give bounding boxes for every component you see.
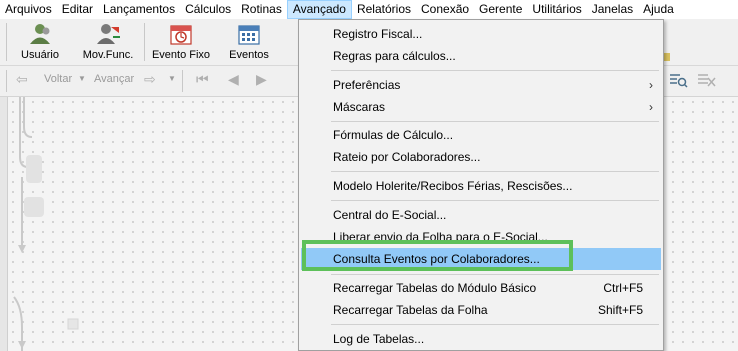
menu-item-liberar-envio[interactable]: Liberar envio da Folha para o E-Social..… bbox=[301, 226, 661, 248]
chevron-right-icon: › bbox=[649, 100, 653, 114]
menu-item-label: Registro Fiscal... bbox=[333, 27, 423, 41]
menu-item-label: Log de Tabelas... bbox=[333, 332, 425, 346]
menu-gerente[interactable]: Gerente bbox=[474, 0, 527, 19]
menu-conexao[interactable]: Conexão bbox=[416, 0, 474, 19]
chevron-down-icon[interactable]: ▼ bbox=[78, 74, 86, 83]
menu-item-recarregar-folha[interactable]: Recarregar Tabelas da Folha Shift+F5 bbox=[301, 299, 661, 321]
menu-item-label: Recarregar Tabelas da Folha bbox=[333, 303, 488, 317]
toolbar-separator bbox=[6, 23, 7, 61]
usuario-label: Usuário bbox=[21, 49, 59, 61]
chevron-down-icon[interactable]: ▼ bbox=[168, 74, 176, 83]
menu-separator bbox=[331, 70, 659, 71]
chevron-right-icon: › bbox=[649, 78, 653, 92]
menu-item-label: Preferências bbox=[333, 78, 401, 92]
menu-item-log-tabelas[interactable]: Log de Tabelas... bbox=[301, 328, 661, 350]
toolbar-separator bbox=[6, 70, 7, 92]
shortcut-label: Shift+F5 bbox=[597, 303, 643, 317]
search-list-icon[interactable] bbox=[670, 72, 688, 91]
menu-arquivos[interactable]: Arquivos bbox=[0, 0, 57, 19]
menu-item-central-esocial[interactable]: Central do E-Social... bbox=[301, 204, 661, 226]
users-icon bbox=[27, 23, 53, 45]
menu-item-label: Fórmulas de Cálculo... bbox=[333, 128, 454, 142]
menu-rotinas[interactable]: Rotinas bbox=[236, 0, 287, 19]
shortcut-label: Ctrl+F5 bbox=[603, 281, 643, 295]
evento-fixo-button[interactable]: Evento Fixo bbox=[150, 21, 212, 63]
clear-filter-icon[interactable] bbox=[698, 72, 716, 91]
next-record-icon[interactable]: ▶ bbox=[256, 71, 267, 88]
menu-item-registro-fiscal[interactable]: Registro Fiscal... bbox=[301, 23, 661, 45]
menu-lancamentos[interactable]: Lançamentos bbox=[98, 0, 180, 19]
menu-bar: Arquivos Editar Lançamentos Cálculos Rot… bbox=[0, 0, 738, 19]
menu-separator bbox=[331, 171, 659, 172]
toolbar-separator bbox=[144, 23, 145, 61]
forward-arrow-icon: ⇨ bbox=[144, 71, 156, 87]
avancar-button[interactable]: Avançar bbox=[94, 73, 134, 85]
menu-item-label: Recarregar Tabelas do Módulo Básico bbox=[333, 281, 537, 295]
menu-item-mascaras[interactable]: Máscaras › bbox=[301, 96, 661, 118]
employee-movement-icon bbox=[95, 23, 121, 45]
menu-item-formulas-calculo[interactable]: Fórmulas de Cálculo... bbox=[301, 124, 661, 146]
menu-item-modelo-holerite[interactable]: Modelo Holerite/Recibos Férias, Rescisõe… bbox=[301, 175, 661, 197]
menu-ajuda[interactable]: Ajuda bbox=[638, 0, 679, 19]
menu-item-label: Rateio por Colaboradores... bbox=[333, 150, 481, 164]
evento-fixo-label: Evento Fixo bbox=[151, 49, 211, 61]
toolbar-separator bbox=[182, 70, 183, 92]
previous-record-icon[interactable]: ◀ bbox=[228, 71, 239, 88]
first-record-icon[interactable]: ⏮ bbox=[196, 71, 209, 88]
left-strip bbox=[0, 97, 7, 351]
flow-diagram-background bbox=[13, 97, 79, 351]
menu-item-label: Consulta Eventos por Colaboradores... bbox=[333, 252, 540, 266]
menu-calculos[interactable]: Cálculos bbox=[180, 0, 236, 19]
menu-separator bbox=[331, 200, 659, 201]
usuario-button[interactable]: Usuário bbox=[14, 21, 66, 63]
menu-item-label: Central do E-Social... bbox=[333, 208, 447, 222]
avancado-dropdown-menu: Registro Fiscal... Regras para cálculos.… bbox=[298, 19, 664, 351]
menu-janelas[interactable]: Janelas bbox=[587, 0, 638, 19]
fixed-event-calendar-icon bbox=[168, 23, 194, 45]
menu-item-rateio-colaboradores[interactable]: Rateio por Colaboradores... bbox=[301, 146, 661, 168]
menu-item-label: Máscaras bbox=[333, 100, 386, 114]
menu-separator bbox=[331, 121, 659, 122]
menu-item-label: Modelo Holerite/Recibos Férias, Rescisõe… bbox=[333, 179, 573, 193]
menu-item-regras-calculos[interactable]: Regras para cálculos... bbox=[301, 45, 661, 67]
events-calendar-icon bbox=[236, 23, 262, 45]
menu-avancado[interactable]: Avançado bbox=[286, 0, 352, 19]
menu-utilitarios[interactable]: Utilitários bbox=[527, 0, 586, 19]
menu-editar[interactable]: Editar bbox=[57, 0, 98, 19]
eventos-label: Eventos bbox=[229, 49, 269, 61]
mov-func-label: Mov.Func. bbox=[82, 49, 134, 61]
menu-separator bbox=[331, 274, 659, 275]
partial-toolbar-icon bbox=[664, 53, 670, 61]
menu-relatorios[interactable]: Relatórios bbox=[352, 0, 416, 19]
back-arrow-icon: ⇦ bbox=[16, 71, 28, 87]
voltar-button[interactable]: Voltar bbox=[44, 73, 72, 85]
menu-item-preferencias[interactable]: Preferências › bbox=[301, 74, 661, 96]
menu-item-label: Regras para cálculos... bbox=[333, 49, 456, 63]
menu-item-label: Liberar envio da Folha para o E-Social..… bbox=[333, 230, 548, 244]
menu-item-recarregar-modulo-basico[interactable]: Recarregar Tabelas do Módulo Básico Ctrl… bbox=[301, 277, 661, 299]
eventos-button[interactable]: Eventos bbox=[222, 21, 276, 63]
menu-item-consulta-eventos[interactable]: Consulta Eventos por Colaboradores... bbox=[301, 248, 661, 270]
menu-separator bbox=[331, 324, 659, 325]
mov-func-button[interactable]: Mov.Func. bbox=[80, 21, 136, 63]
